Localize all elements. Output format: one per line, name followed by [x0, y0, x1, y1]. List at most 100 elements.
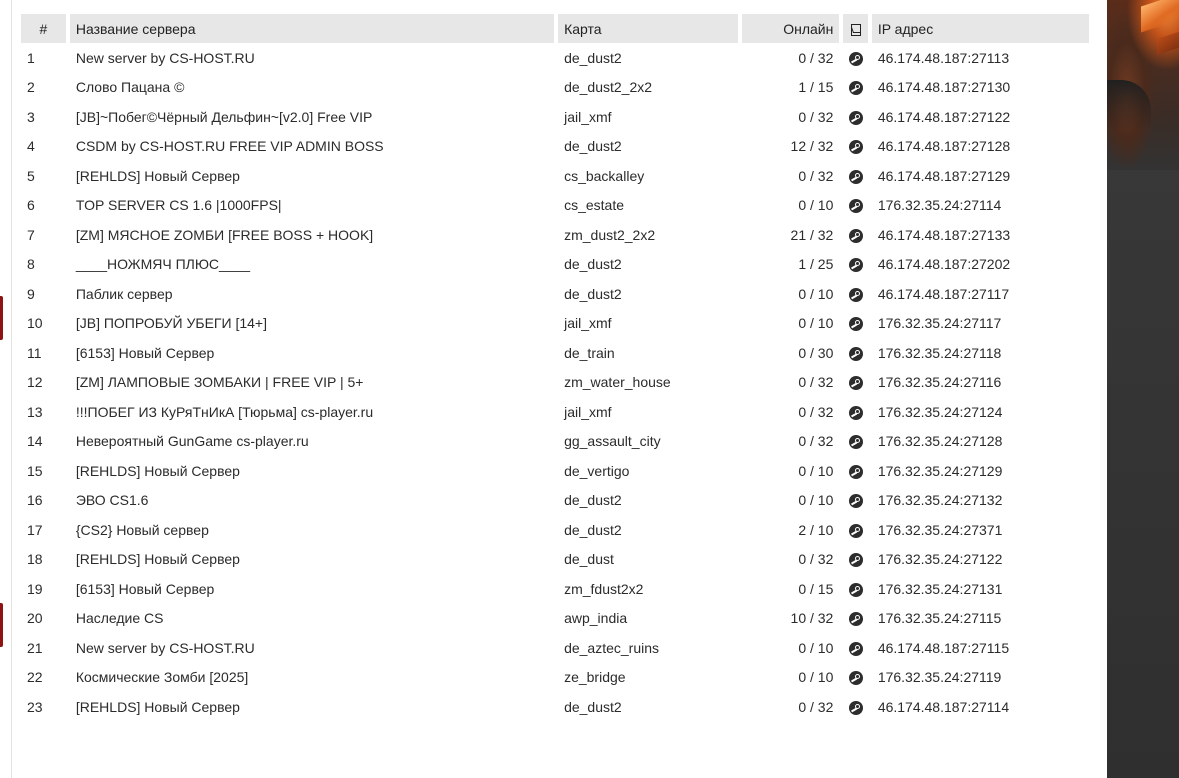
table-row[interactable]: 17 {CS2} Новый сервер de_dust2 2 / 10 176.32…: [21, 515, 1089, 545]
server-ip[interactable]: 46.174.48.187:27122: [872, 102, 1089, 132]
steam-connect[interactable]: [843, 545, 867, 575]
server-name[interactable]: [6153] Новый Сервер: [70, 574, 554, 604]
steam-icon[interactable]: [848, 169, 863, 184]
server-name[interactable]: [6153] Новый Сервер: [70, 338, 554, 368]
server-name[interactable]: [REHLDS] Новый Сервер: [70, 456, 554, 486]
server-name[interactable]: {CS2} Новый сервер: [70, 515, 554, 545]
steam-connect[interactable]: [843, 574, 867, 604]
server-ip[interactable]: 46.174.48.187:27130: [872, 73, 1089, 103]
steam-icon[interactable]: [848, 51, 863, 66]
steam-connect[interactable]: [843, 73, 867, 103]
server-ip[interactable]: 46.174.48.187:27113: [872, 43, 1089, 73]
server-ip[interactable]: 176.32.35.24:27116: [872, 368, 1089, 398]
server-name[interactable]: New server by CS-HOST.RU: [70, 633, 554, 663]
steam-connect[interactable]: [843, 132, 867, 162]
server-ip[interactable]: 176.32.35.24:27117: [872, 309, 1089, 339]
steam-icon[interactable]: [848, 700, 863, 715]
steam-icon[interactable]: [848, 464, 863, 479]
steam-icon[interactable]: [848, 612, 863, 627]
steam-icon[interactable]: [848, 671, 863, 686]
column-header-online[interactable]: Онлайн: [741, 14, 840, 43]
steam-connect[interactable]: [843, 604, 867, 634]
server-ip[interactable]: 176.32.35.24:27114: [872, 191, 1089, 221]
server-name[interactable]: !!!ПОБЕГ ИЗ КуРяТнИкА [Тюрьма] cs-player…: [70, 397, 554, 427]
server-name[interactable]: TOP SERVER CS 1.6 |1000FPS|: [70, 191, 554, 221]
steam-icon[interactable]: [848, 199, 863, 214]
steam-connect[interactable]: [843, 191, 867, 221]
server-ip[interactable]: 46.174.48.187:27128: [872, 132, 1089, 162]
steam-icon[interactable]: [848, 376, 863, 391]
table-row[interactable]: 1 New server by CS-HOST.RU de_dust2 0 / 32 4…: [21, 43, 1089, 73]
table-row[interactable]: 2 Слово Пацана © de_dust2_2x2 1 / 15 46.174.…: [21, 73, 1089, 103]
table-row[interactable]: 23 [REHLDS] Новый Сервер de_dust2 0 / 32 46.…: [21, 692, 1089, 722]
server-name[interactable]: Наследие CS: [70, 604, 554, 634]
server-ip[interactable]: 176.32.35.24:27131: [872, 574, 1089, 604]
steam-connect[interactable]: [843, 397, 867, 427]
server-ip[interactable]: 46.174.48.187:27129: [872, 161, 1089, 191]
steam-connect[interactable]: [843, 279, 867, 309]
table-row[interactable]: 15 [REHLDS] Новый Сервер de_vertigo 0 / 10 1…: [21, 456, 1089, 486]
server-name[interactable]: New server by CS-HOST.RU: [70, 43, 554, 73]
steam-icon[interactable]: [848, 287, 863, 302]
server-ip[interactable]: 176.32.35.24:27115: [872, 604, 1089, 634]
server-name[interactable]: [JB] ПОПРОБУЙ УБЕГИ [14+]: [70, 309, 554, 339]
steam-icon[interactable]: [848, 405, 863, 420]
table-row[interactable]: 18 [REHLDS] Новый Сервер de_dust 0 / 32 176.…: [21, 545, 1089, 575]
table-row[interactable]: 16 ЭВО CS1.6 de_dust2 0 / 10 176.32.35.24:27…: [21, 486, 1089, 516]
table-row[interactable]: 20 Наследие CS awp_india 10 / 32 176.32.35.2…: [21, 604, 1089, 634]
steam-icon[interactable]: [848, 494, 863, 509]
server-name[interactable]: ЭВО CS1.6: [70, 486, 554, 516]
steam-icon[interactable]: [848, 435, 863, 450]
steam-icon[interactable]: [848, 228, 863, 243]
steam-connect[interactable]: [843, 456, 867, 486]
server-ip[interactable]: 176.32.35.24:27119: [872, 663, 1089, 693]
column-header-number[interactable]: #: [21, 14, 66, 43]
steam-icon[interactable]: [848, 523, 863, 538]
server-name[interactable]: [REHLDS] Новый Сервер: [70, 161, 554, 191]
server-name[interactable]: [JB]~Побег©Чёрный Дельфин~[v2.0] Free VI…: [70, 102, 554, 132]
column-header-server-name[interactable]: Название сервера: [69, 14, 555, 43]
server-ip[interactable]: 46.174.48.187:27133: [872, 220, 1089, 250]
server-ip[interactable]: 176.32.35.24:27371: [872, 515, 1089, 545]
table-row[interactable]: 12 [ZM] ЛАМПОВЫЕ ЗОМБАКИ | FREE VIP | 5+ z…: [21, 368, 1089, 398]
steam-connect[interactable]: [843, 663, 867, 693]
table-row[interactable]: 4 CSDM by CS-HOST.RU FREE VIP ADMIN BOSS d…: [21, 132, 1089, 162]
server-ip[interactable]: 176.32.35.24:27129: [872, 456, 1089, 486]
server-name[interactable]: CSDM by CS-HOST.RU FREE VIP ADMIN BOSS: [70, 132, 554, 162]
table-row[interactable]: 11 [6153] Новый Сервер de_train 0 / 30 176.3…: [21, 338, 1089, 368]
steam-icon[interactable]: [848, 317, 863, 332]
column-header-steam[interactable]: [843, 14, 868, 43]
left-side-tab[interactable]: [0, 296, 3, 340]
steam-connect[interactable]: [843, 692, 867, 722]
server-name[interactable]: ____НОЖМЯЧ ПЛЮС____: [70, 250, 554, 280]
table-row[interactable]: 9 Паблик сервер de_dust2 0 / 10 46.174.48.18…: [21, 279, 1089, 309]
server-ip[interactable]: 176.32.35.24:27118: [872, 338, 1089, 368]
column-header-map[interactable]: Карта: [558, 14, 738, 43]
server-ip[interactable]: 46.174.48.187:27114: [872, 692, 1089, 722]
steam-connect[interactable]: [843, 368, 867, 398]
steam-connect[interactable]: [843, 486, 867, 516]
server-ip[interactable]: 46.174.48.187:27115: [872, 633, 1089, 663]
left-side-tab[interactable]: [0, 603, 3, 647]
server-ip[interactable]: 176.32.35.24:27124: [872, 397, 1089, 427]
server-name[interactable]: [ZM] МЯСНОЕ ZOМБИ [FREE BOSS + HOOK]: [70, 220, 554, 250]
server-ip[interactable]: 176.32.35.24:27122: [872, 545, 1089, 575]
server-name[interactable]: [REHLDS] Новый Сервер: [70, 545, 554, 575]
table-row[interactable]: 7 [ZM] МЯСНОЕ ZOМБИ [FREE BOSS + HOOK] zm_…: [21, 220, 1089, 250]
server-name[interactable]: Космические Зомби [2025]: [70, 663, 554, 693]
steam-connect[interactable]: [843, 250, 867, 280]
table-row[interactable]: 5 [REHLDS] Новый Сервер cs_backalley 0 / 32…: [21, 161, 1089, 191]
table-row[interactable]: 22 Космические Зомби [2025] ze_bridge 0 / 1…: [21, 663, 1089, 693]
server-ip[interactable]: 176.32.35.24:27132: [872, 486, 1089, 516]
table-row[interactable]: 8 ____НОЖМЯЧ ПЛЮС____ de_dust2 1 / 25 46.174…: [21, 250, 1089, 280]
column-header-ip[interactable]: IP адрес: [871, 14, 1089, 43]
server-name[interactable]: [ZM] ЛАМПОВЫЕ ЗОМБАКИ | FREE VIP | 5+: [70, 368, 554, 398]
steam-connect[interactable]: [843, 427, 867, 457]
server-ip[interactable]: 46.174.48.187:27202: [872, 250, 1089, 280]
table-row[interactable]: 19 [6153] Новый Сервер zm_fdust2x2 0 / 15 17…: [21, 574, 1089, 604]
steam-icon[interactable]: [848, 110, 863, 125]
steam-connect[interactable]: [843, 338, 867, 368]
steam-icon[interactable]: [848, 346, 863, 361]
server-ip[interactable]: 176.32.35.24:27128: [872, 427, 1089, 457]
steam-icon[interactable]: [848, 641, 863, 656]
